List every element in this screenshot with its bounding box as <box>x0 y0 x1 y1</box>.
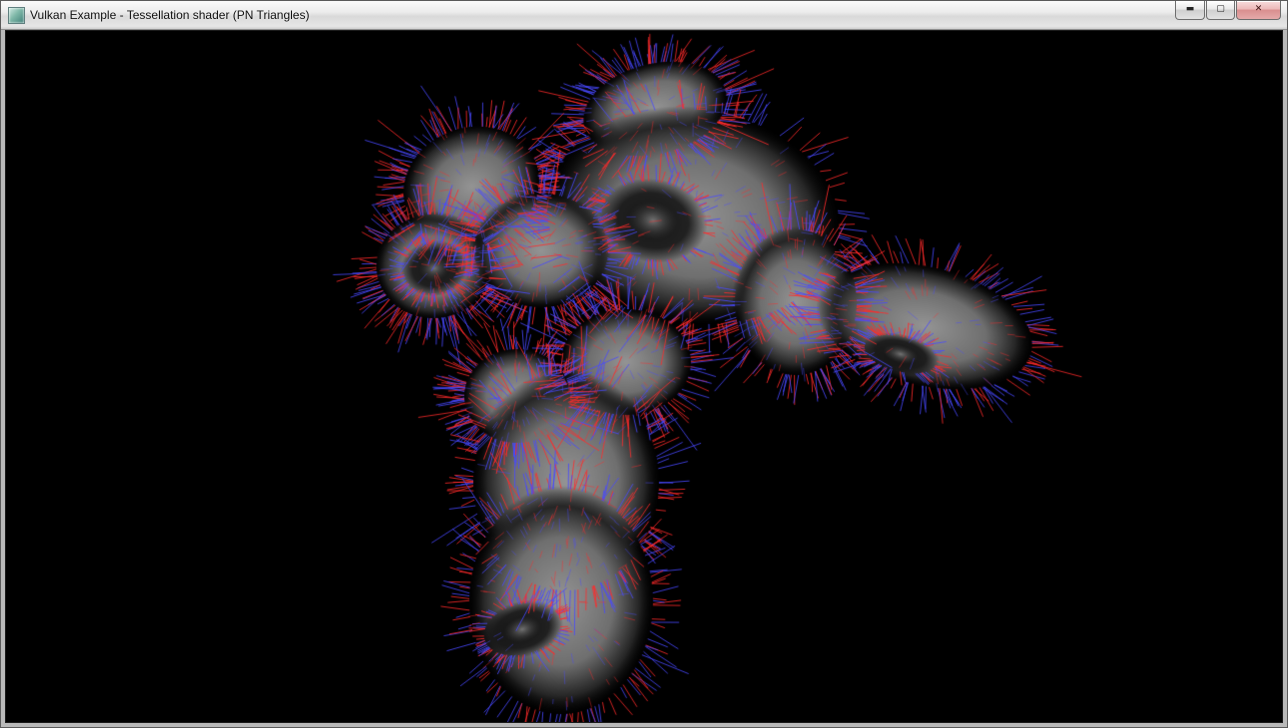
maximize-button[interactable]: ▢ <box>1206 1 1235 20</box>
close-button[interactable]: ✕ <box>1236 1 1281 20</box>
app-window: Vulkan Example - Tessellation shader (PN… <box>0 0 1288 728</box>
minimize-button[interactable]: ▬ <box>1175 1 1205 20</box>
window-controls: ▬ ▢ ✕ <box>1174 1 1281 20</box>
maximize-icon: ▢ <box>1216 1 1225 18</box>
minimize-icon: ▬ <box>1186 1 1195 18</box>
app-icon <box>8 7 25 24</box>
window-title: Vulkan Example - Tessellation shader (PN… <box>30 8 309 22</box>
close-icon: ✕ <box>1255 1 1263 18</box>
titlebar[interactable]: Vulkan Example - Tessellation shader (PN… <box>1 1 1287 30</box>
viewport-canvas[interactable] <box>6 31 1282 722</box>
render-viewport <box>5 30 1283 723</box>
